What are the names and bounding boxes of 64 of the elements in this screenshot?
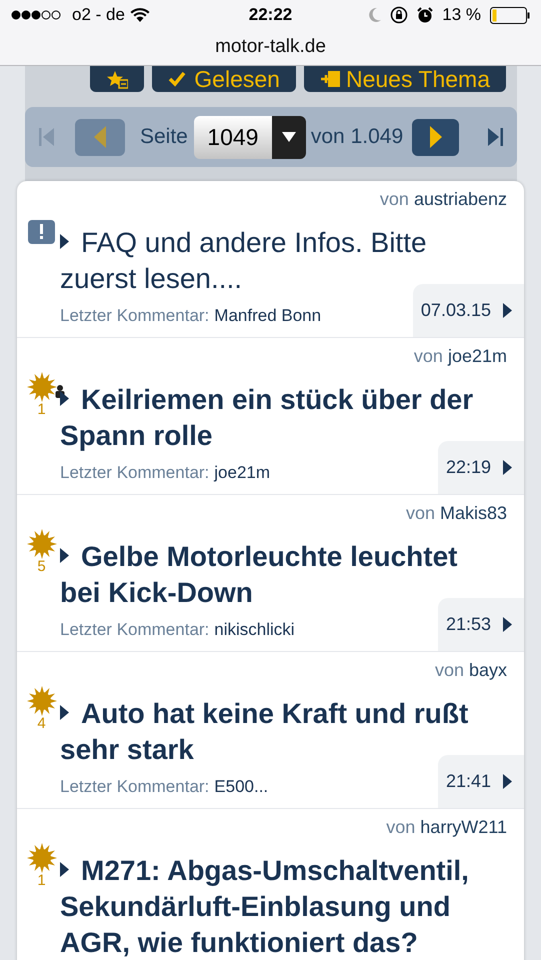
caret-right-icon [60, 705, 69, 720]
comment-label: Letzter Kommentar: [60, 776, 210, 798]
favorite-button[interactable] [90, 66, 144, 92]
commenter-name[interactable]: E500... [214, 774, 268, 800]
by-label: von [380, 188, 409, 211]
by-label: von [406, 502, 435, 525]
caret-left-icon [94, 126, 106, 148]
starburst-icon [26, 372, 56, 402]
reply-count: 5 [37, 559, 46, 574]
starburst-icon [26, 686, 56, 716]
caret-right-icon [60, 548, 69, 564]
page-count: von 1.049 [310, 124, 404, 150]
last-post-button[interactable]: 21:53 [438, 598, 524, 651]
reply-count: 1 [37, 402, 46, 417]
caret-right-icon [503, 303, 512, 318]
starburst-icon [26, 843, 56, 873]
author-name[interactable]: harryW211 [420, 814, 507, 841]
rotation-lock-icon [390, 6, 408, 24]
comment-label: Letzter Kommentar: [60, 619, 210, 641]
battery-percent: 13 % [442, 4, 481, 26]
carrier-name: o2 - de [72, 4, 125, 26]
author-name[interactable]: bayx [468, 657, 507, 684]
first-page-icon [39, 128, 55, 146]
caret-right-icon [60, 234, 69, 250]
last-post-button[interactable]: 22:19 [438, 441, 524, 494]
caret-right-icon [503, 617, 512, 632]
page-select[interactable]: 1049 [194, 116, 306, 158]
page-label: Seite [140, 124, 188, 150]
comment-label: Letzter Kommentar: [60, 462, 210, 484]
by-label: von [386, 816, 416, 839]
exclamation-icon [28, 220, 55, 244]
new-document-icon [320, 70, 342, 88]
commenter-name[interactable]: joe21m [214, 460, 270, 486]
moon-icon [367, 7, 382, 23]
author-name[interactable]: joe21m [448, 343, 507, 370]
new-topic-button[interactable]: Neues Thema [304, 66, 506, 92]
caret-right-icon [430, 126, 442, 148]
next-page-button[interactable] [412, 118, 459, 156]
commenter-name[interactable]: nikischlicki [214, 617, 295, 642]
clock-time: 22:22 [248, 4, 294, 26]
last-post-button[interactable]: 07.03.15 [412, 284, 524, 337]
commenter-name[interactable]: Manfred Bonn [214, 303, 322, 328]
alarm-icon [417, 7, 434, 23]
comment-label: Letzter Kommentar: [60, 305, 210, 327]
author-name[interactable]: austriabenz [414, 186, 507, 213]
last-post-button[interactable]: 21:41 [438, 755, 524, 808]
by-label: von [434, 659, 464, 682]
caret-right-icon [503, 460, 512, 475]
by-label: von [414, 345, 443, 368]
caret-right-icon [503, 774, 512, 789]
wifi-icon [130, 8, 150, 22]
url-text: motor-talk.de [215, 35, 326, 60]
star-icon [106, 70, 128, 88]
mark-read-button[interactable]: Gelesen [152, 66, 296, 92]
author-name[interactable]: Makis83 [440, 500, 507, 527]
thread-title-link[interactable]: M271: Abgas-Umschaltventil, Sekundärluft-Einblasung und AGR, wie funktioniert das? [60, 853, 490, 960]
starburst-icon [26, 529, 56, 559]
battery-icon [490, 6, 530, 24]
caret-right-icon [60, 862, 69, 878]
reply-count: 4 [37, 716, 46, 731]
last-page-icon [487, 128, 503, 146]
reply-count: 1 [37, 873, 46, 888]
dropdown-arrow-icon [282, 132, 296, 142]
caret-right-icon [60, 391, 69, 406]
